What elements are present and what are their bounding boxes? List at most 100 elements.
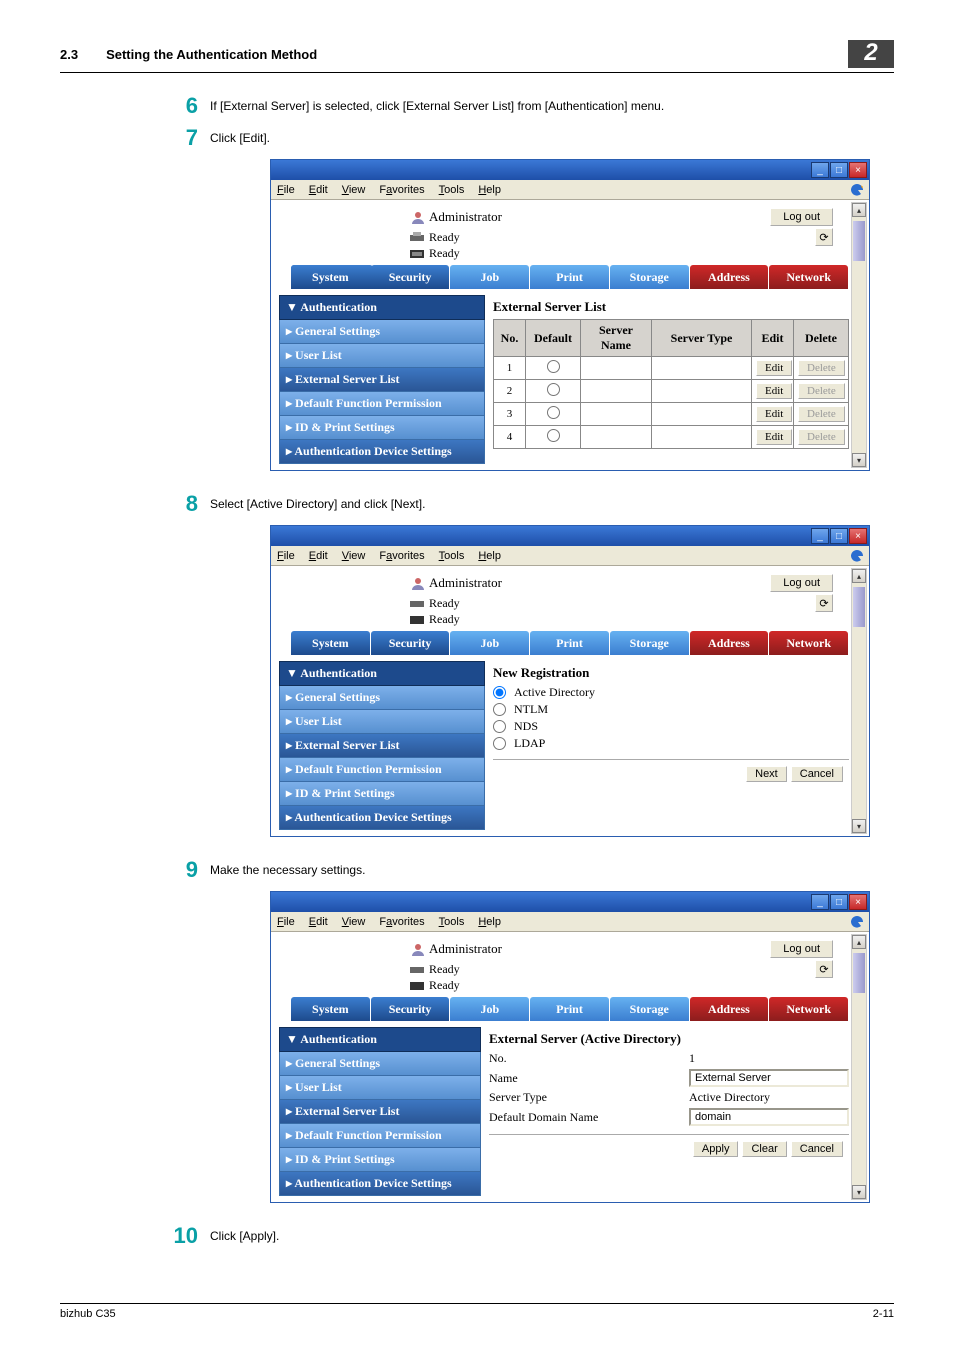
edit-button-3[interactable]: Edit [756, 406, 792, 422]
vertical-scrollbar[interactable]: ▴ ▾ [851, 568, 867, 834]
cancel-button[interactable]: Cancel [791, 1141, 843, 1157]
scroll-down-icon[interactable]: ▾ [852, 1185, 866, 1199]
menu-favorites[interactable]: Favorites [379, 550, 424, 562]
logout-button[interactable]: Log out [770, 208, 833, 226]
menu-view[interactable]: View [342, 184, 366, 196]
tab-job[interactable]: Job [450, 265, 529, 289]
menu-tools[interactable]: Tools [439, 184, 465, 196]
radio-active-directory[interactable] [493, 686, 506, 699]
edit-button-4[interactable]: Edit [756, 429, 792, 445]
tab-system[interactable]: System [291, 265, 370, 289]
scroll-thumb[interactable] [853, 221, 865, 261]
maximize-icon[interactable]: □ [830, 528, 848, 544]
minimize-icon[interactable]: _ [811, 894, 829, 910]
tab-network[interactable]: Network [769, 265, 848, 289]
tab-network[interactable]: Network [769, 997, 848, 1021]
menu-tools[interactable]: Tools [439, 916, 465, 928]
refresh-icon[interactable]: ⟳ [815, 960, 833, 978]
sidebar-external-server-list[interactable]: External Server List [279, 368, 485, 392]
tab-storage[interactable]: Storage [610, 265, 689, 289]
sidebar-default-function-permission[interactable]: Default Function Permission [279, 758, 485, 782]
sidebar-general-settings[interactable]: General Settings [279, 1052, 481, 1076]
sidebar-user-list[interactable]: User List [279, 344, 485, 368]
sidebar-auth-device-settings[interactable]: Authentication Device Settings [279, 806, 485, 830]
radio-nds[interactable] [493, 720, 506, 733]
default-radio-4[interactable] [547, 429, 560, 442]
maximize-icon[interactable]: □ [830, 894, 848, 910]
tab-system[interactable]: System [291, 997, 370, 1021]
sidebar-id-print-settings[interactable]: ID & Print Settings [279, 1148, 481, 1172]
sidebar-external-server-list[interactable]: External Server List [279, 1100, 481, 1124]
menu-view[interactable]: View [342, 550, 366, 562]
menu-file[interactable]: File [277, 550, 295, 562]
sidebar-id-print-settings[interactable]: ID & Print Settings [279, 782, 485, 806]
edit-button-2[interactable]: Edit [756, 383, 792, 399]
tab-print[interactable]: Print [530, 997, 609, 1021]
tab-security[interactable]: Security [371, 631, 450, 655]
menu-file[interactable]: File [277, 916, 295, 928]
sidebar-user-list[interactable]: User List [279, 710, 485, 734]
refresh-icon[interactable]: ⟳ [815, 594, 833, 612]
domain-input[interactable] [689, 1108, 849, 1126]
tab-print[interactable]: Print [530, 265, 609, 289]
tab-print[interactable]: Print [530, 631, 609, 655]
minimize-icon[interactable]: _ [811, 162, 829, 178]
scroll-up-icon[interactable]: ▴ [852, 203, 866, 217]
default-radio-3[interactable] [547, 406, 560, 419]
tab-job[interactable]: Job [450, 997, 529, 1021]
menu-favorites[interactable]: Favorites [379, 916, 424, 928]
menu-tools[interactable]: Tools [439, 550, 465, 562]
close-icon[interactable]: × [849, 528, 867, 544]
next-button[interactable]: Next [746, 766, 787, 782]
sidebar-general-settings[interactable]: General Settings [279, 320, 485, 344]
default-radio-2[interactable] [547, 383, 560, 396]
logout-button[interactable]: Log out [770, 574, 833, 592]
sidebar-general-settings[interactable]: General Settings [279, 686, 485, 710]
menu-edit[interactable]: Edit [309, 916, 328, 928]
logout-button[interactable]: Log out [770, 940, 833, 958]
menu-edit[interactable]: Edit [309, 550, 328, 562]
refresh-icon[interactable]: ⟳ [815, 228, 833, 246]
sidebar-auth-device-settings[interactable]: Authentication Device Settings [279, 440, 485, 464]
scroll-down-icon[interactable]: ▾ [852, 819, 866, 833]
cancel-button[interactable]: Cancel [791, 766, 843, 782]
tab-storage[interactable]: Storage [610, 997, 689, 1021]
close-icon[interactable]: × [849, 894, 867, 910]
default-radio-1[interactable] [547, 360, 560, 373]
sidebar-header-auth[interactable]: Authentication [279, 661, 485, 686]
tab-network[interactable]: Network [769, 631, 848, 655]
sidebar-auth-device-settings[interactable]: Authentication Device Settings [279, 1172, 481, 1196]
menu-edit[interactable]: Edit [309, 184, 328, 196]
scroll-up-icon[interactable]: ▴ [852, 569, 866, 583]
name-input[interactable] [689, 1069, 849, 1087]
menu-view[interactable]: View [342, 916, 366, 928]
minimize-icon[interactable]: _ [811, 528, 829, 544]
close-icon[interactable]: × [849, 162, 867, 178]
radio-ldap[interactable] [493, 737, 506, 750]
menu-favorites[interactable]: Favorites [379, 184, 424, 196]
sidebar-default-function-permission[interactable]: Default Function Permission [279, 392, 485, 416]
vertical-scrollbar[interactable]: ▴ ▾ [851, 202, 867, 468]
menu-help[interactable]: Help [478, 184, 501, 196]
sidebar-default-function-permission[interactable]: Default Function Permission [279, 1124, 481, 1148]
scroll-up-icon[interactable]: ▴ [852, 935, 866, 949]
sidebar-user-list[interactable]: User List [279, 1076, 481, 1100]
scroll-thumb[interactable] [853, 953, 865, 993]
tab-address[interactable]: Address [690, 631, 769, 655]
radio-ntlm[interactable] [493, 703, 506, 716]
scroll-down-icon[interactable]: ▾ [852, 453, 866, 467]
tab-security[interactable]: Security [371, 997, 450, 1021]
maximize-icon[interactable]: □ [830, 162, 848, 178]
menu-help[interactable]: Help [478, 550, 501, 562]
vertical-scrollbar[interactable]: ▴ ▾ [851, 934, 867, 1200]
sidebar-id-print-settings[interactable]: ID & Print Settings [279, 416, 485, 440]
sidebar-header-auth[interactable]: Authentication [279, 295, 485, 320]
tab-system[interactable]: System [291, 631, 370, 655]
scroll-thumb[interactable] [853, 587, 865, 627]
tab-address[interactable]: Address [690, 265, 769, 289]
tab-security[interactable]: Security [371, 265, 450, 289]
clear-button[interactable]: Clear [742, 1141, 786, 1157]
menu-file[interactable]: File [277, 184, 295, 196]
edit-button-1[interactable]: Edit [756, 360, 792, 376]
tab-address[interactable]: Address [690, 997, 769, 1021]
